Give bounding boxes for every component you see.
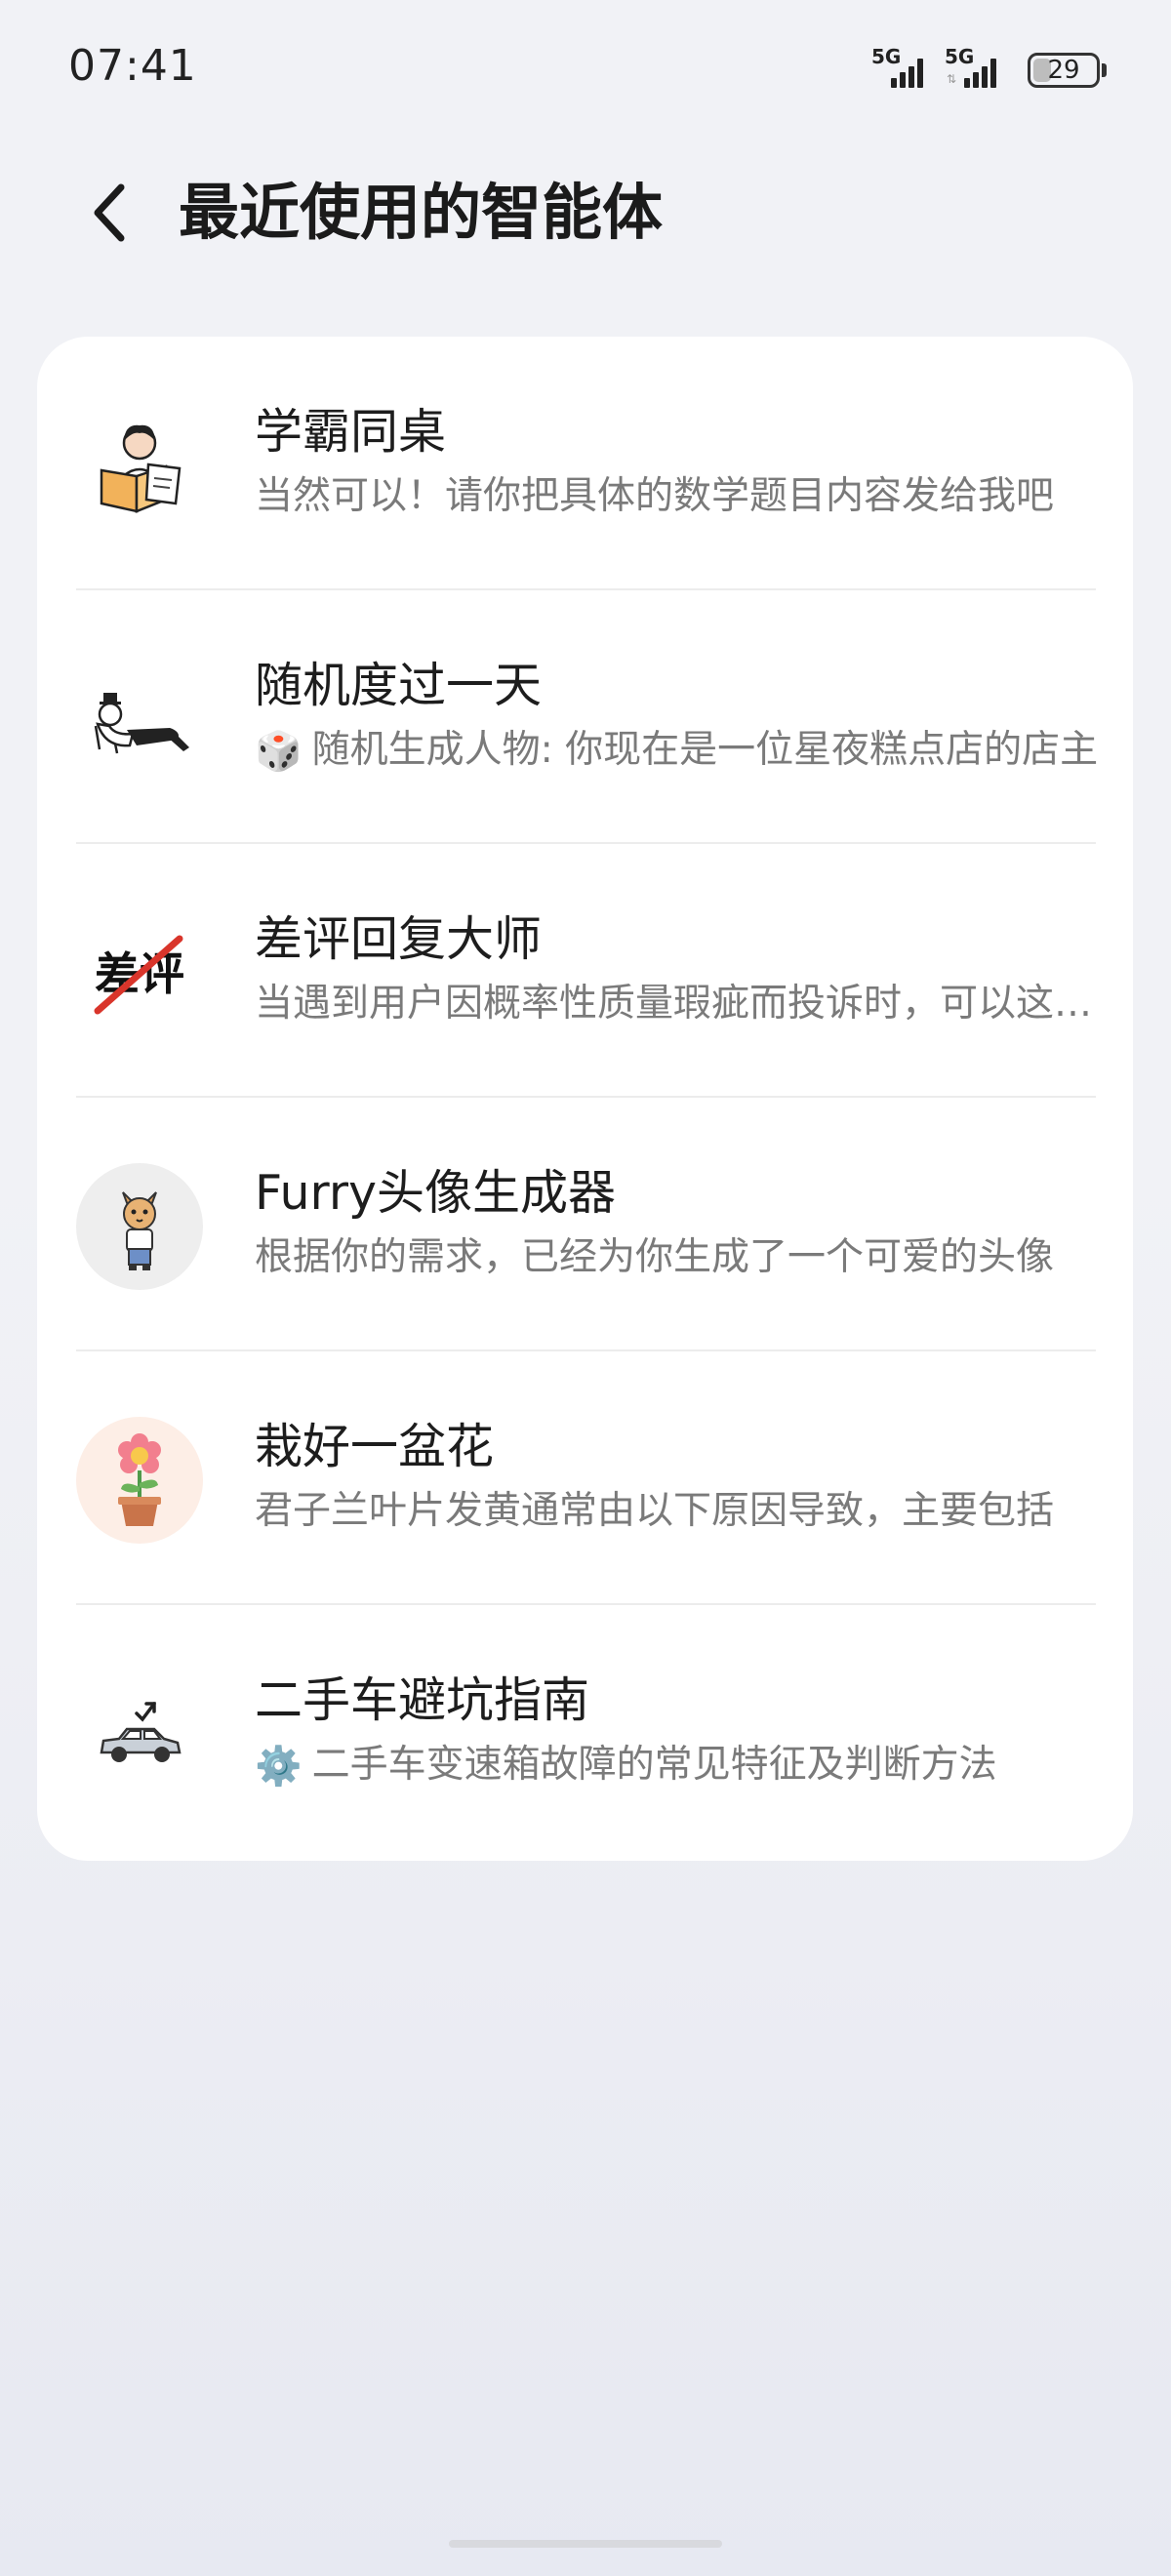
battery-icon: 29 bbox=[1028, 53, 1100, 88]
agent-last-message: 当然可以！请你把具体的数学题目内容发给我吧 bbox=[255, 474, 1055, 518]
battery-level-text: 29 bbox=[1047, 56, 1080, 85]
agent-name: 二手车避坑指南 bbox=[255, 1672, 590, 1728]
agent-row-furry-avatar[interactable]: Furry头像生成器 根据你的需求，已经为你生成了一个可爱的头像 bbox=[37, 1098, 1133, 1351]
bad-review-icon: 差评 bbox=[76, 909, 203, 1036]
agent-name: 学霸同桌 bbox=[255, 404, 447, 460]
recent-agents-list: 学霸同桌 当然可以！请你把具体的数学题目内容发给我吧 随机度过一天 🎲 随机生成人… bbox=[37, 337, 1133, 1861]
chevron-left-icon bbox=[94, 183, 125, 242]
signal-1-icon: 5G bbox=[871, 45, 940, 92]
agent-name: 栽好一盆花 bbox=[255, 1419, 495, 1474]
used-car-icon bbox=[76, 1670, 203, 1797]
home-indicator[interactable] bbox=[449, 2540, 722, 2548]
agent-name: 差评回复大师 bbox=[255, 911, 543, 967]
battery-cap bbox=[1102, 63, 1107, 77]
status-bar: 07:41 5G 5G ⇅ 29 bbox=[0, 0, 1171, 137]
lying-character-icon bbox=[76, 656, 203, 783]
page-title: 最近使用的智能体 bbox=[179, 177, 664, 248]
agent-row-bad-review-master[interactable]: 差评 差评回复大师 当遇到用户因概率性质量瑕疵而投诉时，可以这样回复 bbox=[37, 844, 1133, 1098]
agent-last-message: ⚙️ 二手车变速箱故障的常见特征及判断方法 bbox=[255, 1740, 1113, 1792]
agent-last-message: 君子兰叶片发黄通常由以下原因导致，主要包括 bbox=[255, 1489, 1055, 1533]
furry-cat-icon bbox=[76, 1163, 203, 1290]
dice-icon: 🎲 bbox=[255, 729, 303, 774]
agent-row-study-buddy[interactable]: 学霸同桌 当然可以！请你把具体的数学题目内容发给我吧 bbox=[37, 337, 1133, 590]
gear-icon: ⚙️ bbox=[255, 1744, 303, 1789]
agent-last-message: 当遇到用户因概率性质量瑕疵而投诉时，可以这样回复 bbox=[255, 982, 1113, 1026]
agent-row-used-car-guide[interactable]: 二手车避坑指南 ⚙️ 二手车变速箱故障的常见特征及判断方法 bbox=[37, 1605, 1133, 1859]
agent-name: Furry头像生成器 bbox=[255, 1165, 616, 1221]
agent-name: 随机度过一天 bbox=[255, 658, 543, 713]
status-time: 07:41 bbox=[68, 41, 197, 91]
flower-pot-icon bbox=[76, 1417, 203, 1544]
signal-2-icon: 5G ⇅ bbox=[945, 45, 1013, 92]
agent-last-message: 根据你的需求，已经为你生成了一个可爱的头像 bbox=[255, 1235, 1055, 1279]
agent-row-grow-flower[interactable]: 栽好一盆花 君子兰叶片发黄通常由以下原因导致，主要包括 bbox=[37, 1351, 1133, 1605]
agent-last-message: 🎲 随机生成人物: 你现在是一位星夜糕点店的店主 bbox=[255, 725, 1113, 778]
back-button[interactable] bbox=[78, 174, 146, 252]
agent-row-random-day[interactable]: 随机度过一天 🎲 随机生成人物: 你现在是一位星夜糕点店的店主 bbox=[37, 590, 1133, 844]
student-reading-icon bbox=[76, 402, 203, 529]
